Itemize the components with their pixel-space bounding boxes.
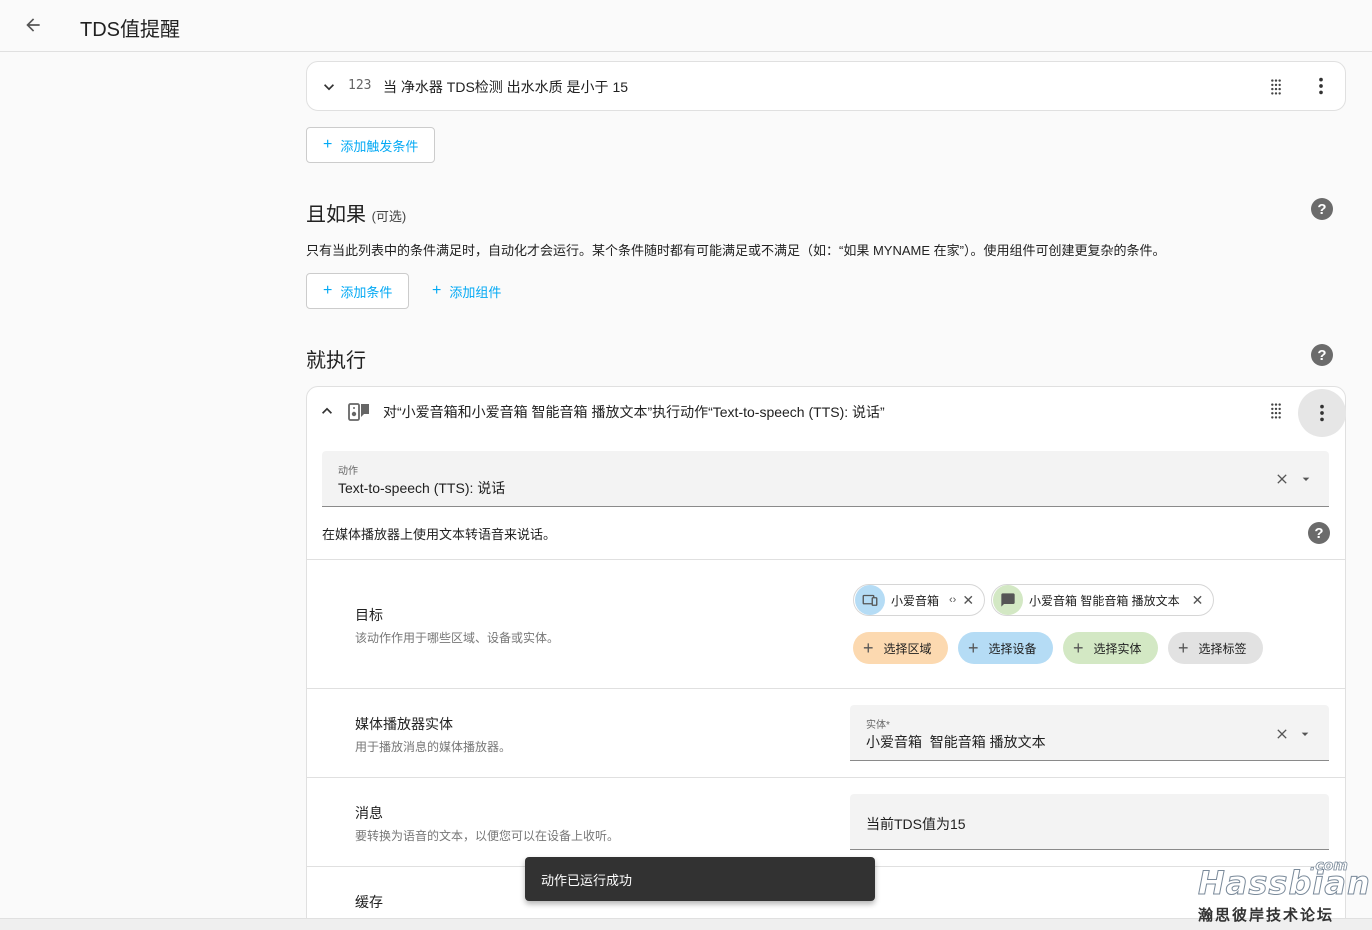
divider — [307, 688, 1345, 689]
choose-label-label: 选择标签 — [1198, 641, 1247, 656]
overflow-menu-icon[interactable] — [1298, 389, 1346, 437]
target-device-chip[interactable]: 小爱音箱 ‹› ✕ — [853, 584, 986, 616]
speaker-message-icon — [347, 400, 371, 424]
remove-icon[interactable]: ✕ — [962, 592, 974, 609]
help-icon[interactable]: ? — [1311, 344, 1333, 366]
add-condition-button[interactable]: + 添加条件 — [306, 273, 410, 309]
overflow-menu-icon[interactable] — [1299, 64, 1343, 108]
conditions-title-text: 且如果 — [306, 204, 366, 226]
numeric-state-icon: 123 — [348, 78, 372, 93]
plus-icon: + — [968, 637, 979, 658]
plus-icon: + — [323, 136, 333, 153]
help-icon[interactable]: ? — [1308, 522, 1330, 544]
clear-icon[interactable] — [1274, 471, 1290, 487]
top-app-bar: TDS值提醒 — [0, 0, 1372, 52]
choose-device-button[interactable]: + 选择设备 — [958, 632, 1053, 664]
trigger-summary: 当 净水器 TDS检测 出水水质 是小于 15 — [383, 79, 629, 95]
bottom-bar — [0, 918, 1372, 930]
plus-icon: + — [1178, 637, 1189, 658]
target-title: 目标 — [355, 607, 383, 623]
message-input[interactable]: 当前TDS值为15 — [850, 794, 1329, 850]
plus-icon: + — [432, 282, 442, 299]
action-description: 在媒体播放器上使用文本转语音来说话。 — [322, 527, 557, 542]
media-player-title: 媒体播放器实体 — [355, 716, 453, 732]
message-description: 要转换为语音的文本，以便您可以在设备上收听。 — [355, 829, 620, 843]
choose-area-label: 选择区域 — [883, 641, 932, 656]
message-icon — [993, 585, 1023, 615]
page-title: TDS值提醒 — [80, 19, 180, 41]
message-field-value: 当前TDS值为15 — [866, 816, 966, 832]
watermark-subtitle: 瀚思彼岸技术论坛 — [1198, 907, 1335, 924]
remove-icon[interactable]: ✕ — [1192, 592, 1204, 609]
media-player-select[interactable]: 实体* 小爱音箱 智能音箱 播放文本 — [850, 705, 1329, 761]
add-trigger-label: 添加触发条件 — [340, 138, 419, 154]
message-title: 消息 — [355, 805, 383, 821]
device-icon — [855, 585, 885, 615]
back-arrow-icon[interactable] — [18, 10, 48, 40]
trigger-card[interactable]: 123 当 净水器 TDS检测 出水水质 是小于 15 — [306, 61, 1346, 111]
chevron-down-icon[interactable] — [319, 77, 339, 97]
drag-handle-icon[interactable] — [1265, 400, 1287, 422]
plus-icon: + — [323, 282, 333, 299]
action-summary: 对“小爱音箱和小爱音箱 智能音箱 播放文本”执行动作“Text-to-speec… — [383, 404, 885, 420]
add-building-block-label: 添加组件 — [449, 284, 502, 300]
media-player-description: 用于播放消息的媒体播放器。 — [355, 740, 512, 754]
conditions-description: 只有当此列表中的条件满足时，自动化才会运行。某个条件随时都有可能满足或不满足（如… — [306, 243, 1166, 258]
conditions-title: 且如果 (可选) — [306, 198, 406, 227]
add-trigger-button[interactable]: + 添加触发条件 — [306, 127, 436, 163]
action-field-value: Text-to-speech (TTS): 说话 — [338, 480, 506, 496]
watermark-suffix: .com — [1310, 858, 1349, 875]
add-building-block-button[interactable]: + 添加组件 — [424, 273, 509, 309]
help-icon[interactable]: ? — [1311, 198, 1333, 220]
choose-entity-label: 选择实体 — [1093, 641, 1142, 656]
choose-device-label: 选择设备 — [988, 641, 1037, 656]
watermark: Hassbian .com 瀚思彼岸技术论坛 — [1196, 858, 1371, 924]
drag-handle-icon[interactable] — [1265, 76, 1287, 98]
dropdown-arrow-icon[interactable] — [1297, 726, 1313, 742]
divider — [307, 559, 1345, 560]
action-field-label: 动作 — [338, 466, 358, 477]
media-player-field-label: 实体* — [866, 720, 890, 731]
clear-icon[interactable] — [1274, 726, 1290, 742]
dropdown-arrow-icon[interactable] — [1298, 471, 1314, 487]
add-condition-label: 添加条件 — [340, 284, 393, 300]
target-device-label: 小爱音箱 — [891, 593, 940, 608]
choose-label-button[interactable]: + 选择标签 — [1168, 632, 1263, 664]
plus-icon: + — [1073, 637, 1084, 658]
toast-text: 动作已运行成功 — [541, 872, 633, 888]
choose-entity-button[interactable]: + 选择实体 — [1063, 632, 1158, 664]
cache-title: 缓存 — [355, 894, 383, 910]
expand-icon[interactable]: ‹› — [949, 594, 956, 606]
plus-icon: + — [863, 637, 874, 658]
media-player-field-value: 小爱音箱 智能音箱 播放文本 — [866, 734, 1046, 750]
choose-area-button[interactable]: + 选择区域 — [853, 632, 948, 664]
action-select[interactable]: 动作 Text-to-speech (TTS): 说话 — [322, 451, 1329, 507]
optional-label: (可选) — [371, 209, 407, 224]
target-description: 该动作作用于哪些区域、设备或实体。 — [355, 631, 560, 645]
target-entity-chip[interactable]: 小爱音箱 智能音箱 播放文本 ✕ — [991, 584, 1215, 616]
divider — [307, 777, 1345, 778]
target-entity-label: 小爱音箱 智能音箱 播放文本 — [1029, 593, 1180, 608]
actions-title: 就执行 — [306, 350, 366, 372]
chevron-up-icon[interactable] — [317, 401, 337, 421]
snackbar-toast: 动作已运行成功 — [525, 857, 875, 901]
